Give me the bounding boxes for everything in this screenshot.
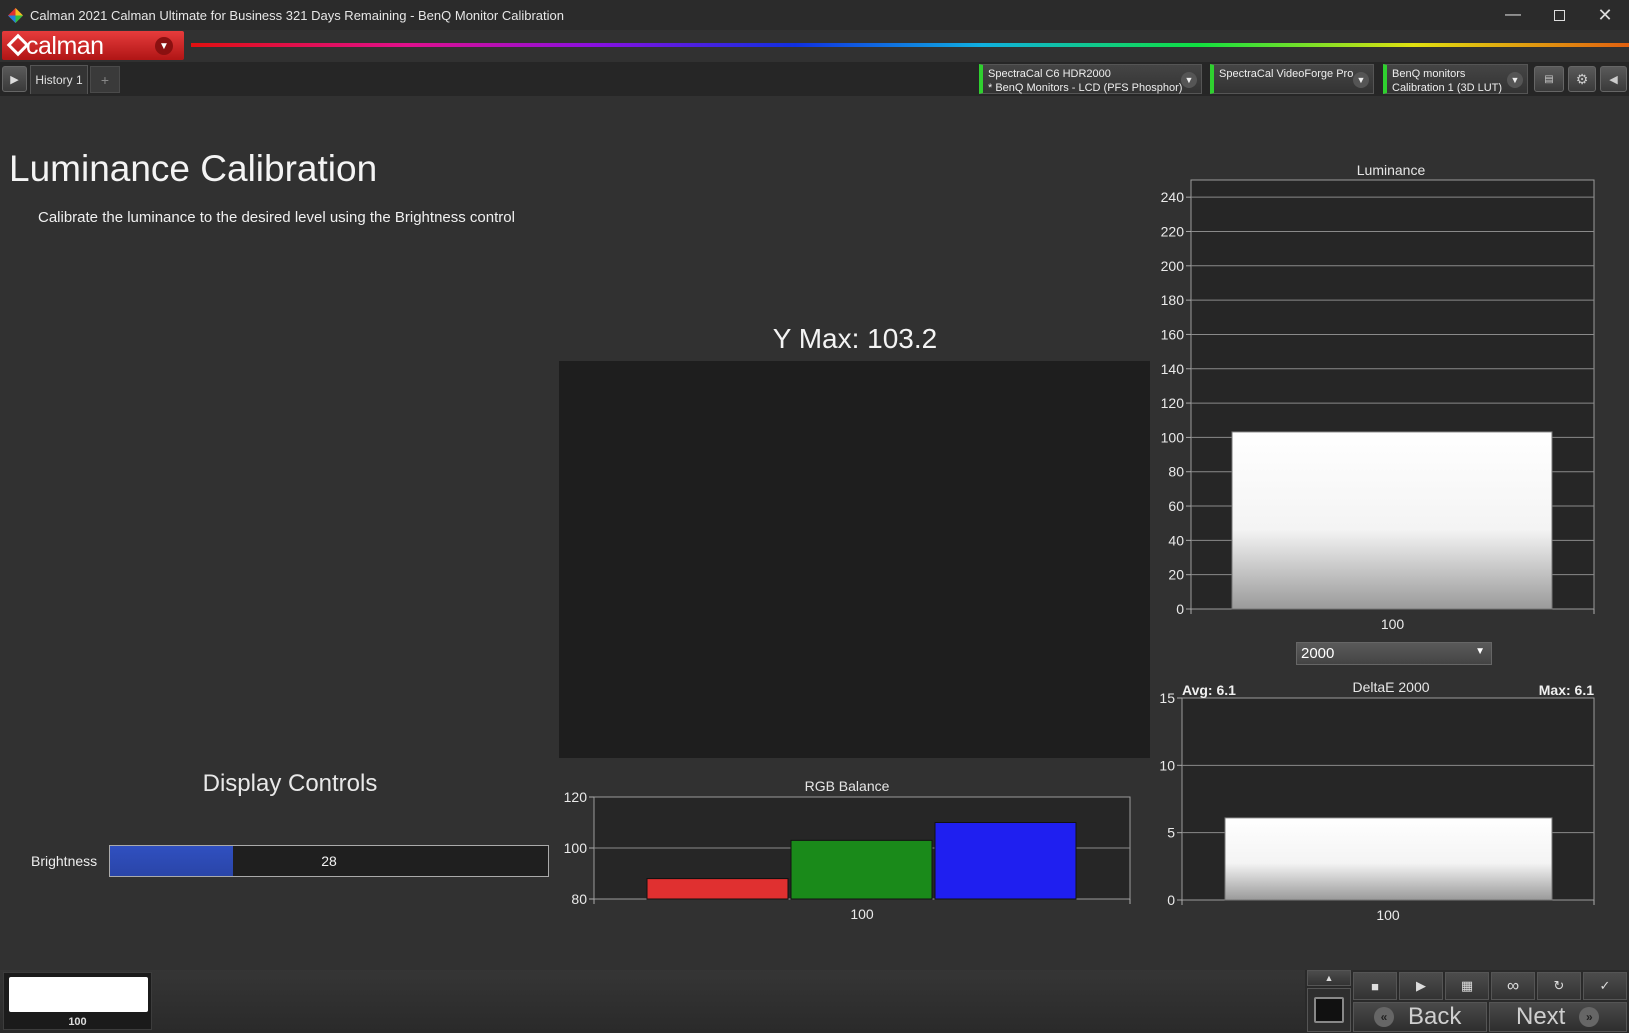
- pattern-generator-selector[interactable]: SpectraCal VideoForge Pro ▼: [1210, 64, 1374, 94]
- luminance-ytick-label: 140: [1161, 361, 1185, 377]
- blue-balance-bar: [934, 822, 1077, 900]
- chevron-down-icon: ▼: [1181, 72, 1197, 88]
- add-tab-button[interactable]: +: [90, 66, 120, 93]
- display-controls-title: Display Controls: [202, 770, 378, 797]
- y-max-readout: Y Max: 103.2: [772, 323, 938, 354]
- deltae-ytick-label: 5: [1167, 825, 1175, 841]
- deltae-formula-select[interactable]: 2000 ▼: [1296, 642, 1492, 665]
- luminance-ytick-label: 220: [1161, 223, 1185, 239]
- calman-menu-button[interactable]: calman ▼: [2, 31, 184, 60]
- deltae-formula-value: 2000: [1301, 645, 1335, 662]
- luminance-ytick-label: 40: [1168, 532, 1184, 548]
- deltae-xtick-label: 100: [1376, 907, 1400, 923]
- brightness-slider[interactable]: 28: [109, 845, 549, 877]
- luminance-bar: [1231, 431, 1553, 610]
- luminance-ytick-label: 160: [1161, 326, 1185, 342]
- play-icon[interactable]: ▶: [2, 66, 27, 92]
- page-description: Calibrate the luminance to the desired l…: [38, 209, 515, 226]
- read-series-icon[interactable]: ▦: [1445, 972, 1489, 1000]
- deltae-ytick-label: 0: [1167, 892, 1175, 908]
- luminance-ytick-label: 0: [1176, 601, 1184, 617]
- chevron-down-icon: ▼: [155, 37, 173, 55]
- meter-profile: * BenQ Monitors - LCD (PFS Phosphor): [988, 82, 1183, 94]
- chevron-down-icon: ▼: [1507, 72, 1523, 88]
- luminance-ytick-label: 80: [1168, 464, 1184, 480]
- luminance-xtick-label: 100: [1381, 616, 1405, 632]
- chevron-down-icon: ▼: [1353, 72, 1369, 88]
- gear-icon[interactable]: ⚙: [1568, 66, 1596, 92]
- luminance-ytick-label: 240: [1161, 189, 1185, 205]
- rgb-balance-plot-area: [593, 796, 1131, 900]
- display-device-selector[interactable]: BenQ monitors Calibration 1 (3D LUT) ▼: [1383, 64, 1528, 94]
- pattern-preview: [559, 361, 1150, 758]
- window-title: Calman 2021 Calman Ultimate for Business…: [30, 8, 564, 23]
- refresh-icon[interactable]: ↻: [1537, 972, 1581, 1000]
- expand-up-icon[interactable]: ▲: [1307, 970, 1351, 986]
- pattern-thumbnail-label: 100: [68, 1016, 87, 1028]
- deltae-bar: [1224, 817, 1553, 901]
- next-button[interactable]: Next »: [1489, 1002, 1627, 1032]
- check-icon[interactable]: ✓: [1583, 972, 1627, 1000]
- workflow-controls: ▲ ■ ▶ ▦ ∞ ↻ ✓ « Back Next »: [1305, 970, 1629, 1033]
- luminance-chart-title: Luminance: [1356, 162, 1426, 178]
- rgb-balance-xtick-label: 100: [850, 906, 874, 922]
- luminance-ytick-label: 100: [1161, 429, 1185, 445]
- stop-icon[interactable]: ■: [1353, 972, 1397, 1000]
- collapse-panel-icon[interactable]: ◀: [1600, 66, 1627, 92]
- luminance-ytick-label: 120: [1161, 395, 1185, 411]
- brightness-label: Brightness: [31, 853, 98, 869]
- luminance-ytick-label: 180: [1161, 292, 1185, 308]
- maximize-button[interactable]: [1536, 0, 1582, 30]
- luminance-plot-area: [1190, 179, 1595, 610]
- deltae-avg-label: Avg: 6.1: [1182, 682, 1236, 698]
- deltae-max-label: Max: 6.1: [1538, 682, 1594, 698]
- rgb-balance-ytick-label: 120: [564, 789, 588, 805]
- page-title: Luminance Calibration: [9, 148, 378, 189]
- minimize-icon: —: [1505, 6, 1521, 23]
- brightness-value: 28: [321, 853, 337, 869]
- rgb-balance-ytick-label: 100: [564, 840, 588, 856]
- close-icon: ✕: [1597, 4, 1613, 25]
- luminance-ytick-label: 60: [1168, 498, 1184, 514]
- red-balance-bar: [646, 878, 789, 900]
- next-arrow-icon: »: [1579, 1007, 1600, 1027]
- pattern-window-button[interactable]: [1307, 988, 1351, 1032]
- meter-name: SpectraCal C6 HDR2000: [988, 68, 1111, 80]
- play-icon[interactable]: ▶: [1399, 972, 1443, 1000]
- deltae-ytick-label: 10: [1159, 757, 1175, 773]
- back-button[interactable]: « Back: [1353, 1002, 1487, 1032]
- tab-history-1[interactable]: History 1: [30, 65, 88, 94]
- back-label: Back: [1408, 1003, 1462, 1030]
- green-balance-bar: [790, 839, 933, 900]
- back-arrow-icon: «: [1374, 1007, 1394, 1027]
- chevron-down-icon: ▼: [1475, 646, 1485, 657]
- calman-app-icon: [8, 8, 23, 23]
- deltae-ytick-label: 15: [1159, 690, 1175, 706]
- tab-bar: ▶ History 1 + SpectraCal C6 HDR2000 * Be…: [0, 62, 1629, 96]
- pattern-window-icon: [1314, 997, 1344, 1023]
- rgb-balance-chart-title: RGB Balance: [804, 778, 890, 794]
- continuous-read-icon[interactable]: ∞: [1491, 972, 1535, 1000]
- pattern-swatch: [9, 977, 148, 1012]
- maximize-icon: [1553, 9, 1565, 21]
- pattern-generator-name: SpectraCal VideoForge Pro: [1219, 68, 1354, 80]
- meter-device-selector[interactable]: SpectraCal C6 HDR2000 * BenQ Monitors - …: [979, 64, 1202, 94]
- luminance-ytick-label: 20: [1168, 567, 1184, 583]
- logo-text: calman: [26, 32, 104, 60]
- rainbow-divider: [191, 43, 1629, 47]
- minimize-button[interactable]: —: [1490, 0, 1536, 30]
- close-button[interactable]: ✕: [1582, 0, 1628, 30]
- pattern-thumbnail[interactable]: 100: [3, 972, 152, 1030]
- next-label: Next: [1516, 1003, 1566, 1030]
- title-bar: Calman 2021 Calman Ultimate for Business…: [0, 0, 1629, 30]
- luminance-ytick-label: 200: [1161, 258, 1185, 274]
- display-info-icon[interactable]: ▤: [1534, 66, 1564, 92]
- rgb-balance-ytick-label: 80: [571, 891, 587, 907]
- deltae-plot-area: [1181, 697, 1595, 901]
